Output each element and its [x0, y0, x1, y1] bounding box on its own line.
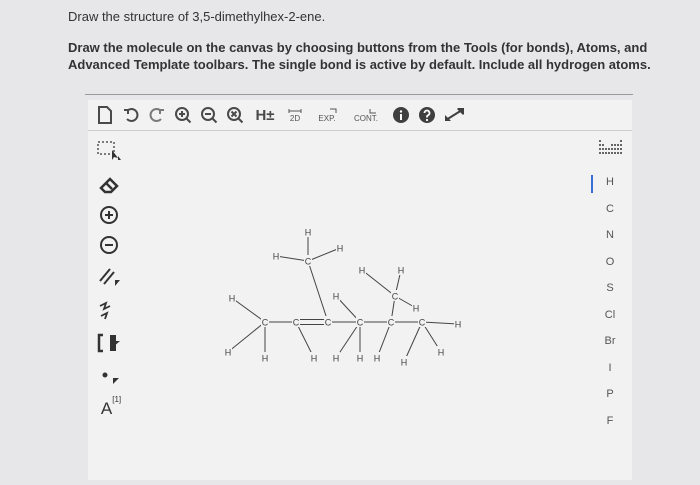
help-button[interactable]	[416, 104, 438, 126]
contract-label: CONT.	[354, 113, 378, 123]
eraser-icon	[99, 177, 119, 194]
hydrogen-atom[interactable]: H	[401, 358, 408, 368]
tools-panel: A [1]	[88, 136, 128, 480]
chain-icon	[99, 301, 111, 320]
single-bond[interactable]	[307, 260, 329, 323]
single-bond[interactable]	[307, 247, 341, 262]
carbon-atom[interactable]: C	[392, 292, 399, 302]
editor-toolbar: H± 2D EXP. CONT.	[88, 100, 632, 130]
periodic-table-icon	[599, 140, 622, 154]
periodic-table-button[interactable]	[598, 138, 624, 160]
expand-label: EXP.	[318, 113, 336, 123]
hydrogen-toggle-button[interactable]: H±	[250, 104, 280, 126]
carbon-atom[interactable]: C	[305, 257, 312, 267]
zoom-in-button[interactable]	[172, 104, 194, 126]
redo-button[interactable]	[146, 104, 168, 126]
single-bond[interactable]	[275, 255, 309, 262]
hydrogen-atom[interactable]: H	[438, 348, 445, 358]
select-tool[interactable]	[96, 138, 122, 164]
atom-button-f[interactable]: F	[588, 415, 632, 435]
carbon-atom[interactable]: C	[357, 318, 364, 328]
hydrogen-atom[interactable]: H	[262, 354, 269, 364]
atom-button-i[interactable]: I	[588, 362, 632, 382]
question-text: Draw the structure of 3,5-dimethylhex-2-…	[68, 9, 326, 24]
single-bond[interactable]	[227, 321, 266, 353]
hydrogen-atom[interactable]: H	[273, 252, 280, 262]
clear-canvas-button[interactable]	[94, 104, 116, 126]
molecule-editor: H± 2D EXP. CONT. A [1] C C C C C C C C H…	[88, 100, 632, 480]
section-divider	[85, 94, 633, 95]
minus-circle-icon	[100, 236, 118, 254]
single-bond[interactable]	[231, 297, 266, 323]
undo-button[interactable]	[120, 104, 142, 126]
carbon-atom[interactable]: C	[293, 318, 300, 328]
molecule-drawing: C C C C C CCCHHH H H H HHHHHH HHHHH	[224, 226, 462, 368]
drawing-canvas[interactable]: CCCCCCCCHHHHHHHHHHHHHHHHH	[132, 136, 592, 480]
hydrogen-atom[interactable]: H	[225, 348, 232, 358]
info-icon	[393, 107, 409, 123]
plus-circle-icon	[100, 206, 118, 224]
atom-button-cl[interactable]: Cl	[588, 309, 632, 329]
document-icon	[98, 106, 112, 124]
atom-button-p[interactable]: P	[588, 388, 632, 408]
atom-button-h[interactable]: H	[588, 176, 632, 196]
fullscreen-button[interactable]	[442, 104, 466, 126]
zoom-in-icon	[175, 107, 192, 124]
radical-dot-icon	[102, 372, 119, 384]
undo-icon	[124, 108, 139, 122]
atom-button-s[interactable]: S	[588, 282, 632, 302]
carbon-atom[interactable]: C	[262, 318, 269, 328]
help-icon	[419, 107, 435, 123]
atom-map-label: A	[100, 399, 113, 418]
toolbar-divider	[88, 130, 632, 131]
carbon-atom[interactable]: C	[325, 318, 332, 328]
carbon-atom[interactable]: C	[388, 318, 395, 328]
contract-button[interactable]: CONT.	[346, 104, 386, 126]
info-button[interactable]	[390, 104, 412, 126]
atom-button-br[interactable]: Br	[588, 335, 632, 355]
hydrogen-atom[interactable]: H	[374, 354, 381, 364]
hydrogen-atom[interactable]: H	[359, 266, 366, 276]
hydrogen-atom[interactable]: H	[311, 354, 318, 364]
expand-button[interactable]: EXP.	[310, 104, 344, 126]
hydrogen-atom[interactable]: H	[305, 228, 312, 238]
double-bond-icon	[99, 268, 120, 286]
carbon-atom[interactable]: C	[419, 318, 426, 328]
hydrogen-atom[interactable]: H	[229, 294, 236, 304]
hydrogen-atom[interactable]: H	[337, 244, 344, 254]
lasso-select-icon	[97, 141, 121, 160]
zoom-out-icon	[201, 107, 218, 124]
positive-charge-tool[interactable]	[96, 202, 122, 228]
clean-2d-button[interactable]: 2D	[284, 104, 306, 126]
zoom-reset-icon	[227, 107, 244, 124]
negative-charge-tool[interactable]	[96, 232, 122, 258]
hydrogen-atom[interactable]: H	[455, 320, 462, 330]
single-bond[interactable]	[361, 269, 396, 297]
bracket-tool[interactable]	[96, 330, 122, 356]
atom-button-n[interactable]: N	[588, 229, 632, 249]
atom-map-sup: [1]	[112, 394, 122, 404]
bracket-icon	[97, 333, 120, 353]
redo-icon	[149, 108, 164, 122]
clean-2d-label: 2D	[289, 113, 301, 123]
hydrogen-atom[interactable]: H	[333, 354, 340, 364]
hydrogen-atom[interactable]: H	[398, 266, 405, 276]
hydrogen-atom[interactable]: H	[413, 304, 420, 314]
single-bond[interactable]	[421, 321, 459, 325]
zoom-out-button[interactable]	[198, 104, 220, 126]
hydrogen-atom[interactable]: H	[357, 354, 364, 364]
expand-arrows-icon	[445, 108, 464, 121]
atom-button-o[interactable]: O	[588, 256, 632, 276]
eraser-tool[interactable]	[96, 172, 122, 198]
atom-button-c[interactable]: C	[588, 203, 632, 223]
zoom-reset-button[interactable]	[224, 104, 246, 126]
chain-tool[interactable]	[96, 298, 122, 324]
hydrogen-atom[interactable]: H	[333, 292, 340, 302]
instruction-text: Draw the molecule on the canvas by choos…	[68, 40, 651, 72]
radical-tool[interactable]	[96, 362, 122, 388]
atom-map-tool[interactable]: A [1]	[96, 392, 126, 419]
double-bond-tool[interactable]	[96, 264, 122, 290]
atoms-panel: H C N O S Cl Br I P F	[588, 136, 632, 480]
